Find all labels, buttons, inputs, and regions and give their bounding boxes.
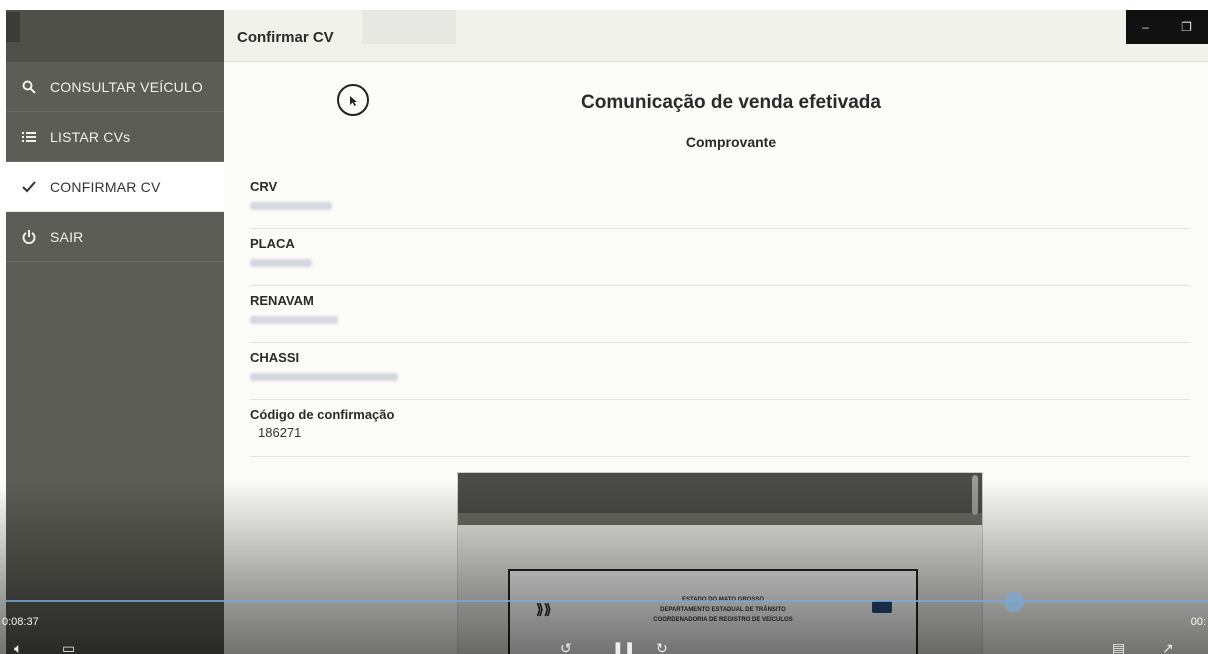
field-value: 186271 <box>258 425 302 440</box>
page-title: Confirmar CV <box>237 29 334 46</box>
sidebar-item-listar-cvs[interactable]: LISTAR CVs <box>6 112 224 162</box>
rewind-icon[interactable]: ↺ <box>560 640 572 654</box>
preview-scrollbar[interactable] <box>972 475 978 515</box>
field-label: Código de confirmação <box>250 407 395 422</box>
forward-icon[interactable]: ↻ <box>656 640 668 654</box>
detran-logo-icon: ⟫⟫ <box>536 601 552 617</box>
pause-icon[interactable]: ❚❚ <box>612 640 635 654</box>
preview-toolbar <box>458 473 982 513</box>
sidebar-item-consultar-veiculo[interactable]: CONSULTAR VEÍCULO <box>6 62 224 112</box>
field-label: RENAVAM <box>250 293 314 308</box>
sidebar: CONSULTAR VEÍCULO LISTAR CVs CONFIRMAR C… <box>6 10 224 654</box>
field-value-blurred <box>250 259 312 267</box>
sidebar-item-label: CONFIRMAR CV <box>50 178 161 195</box>
sidebar-header <box>6 10 224 62</box>
receipt-subheading: Comprovante <box>685 134 777 150</box>
volume-icon[interactable]: 🔈︎ <box>14 640 22 654</box>
field-label: CHASSI <box>250 350 300 365</box>
sidebar-item-label: LISTAR CVs <box>50 128 131 145</box>
confirmation-heading: Comunicação de venda efetivada <box>581 92 881 113</box>
seek-handle[interactable] <box>1004 592 1024 612</box>
check-icon <box>20 180 38 193</box>
field-label: CRV <box>250 179 278 194</box>
field-label: PLACA <box>250 236 295 251</box>
doc-line: COORDENADORIA DE REGISTRO DE VEÍCULOS <box>653 617 793 623</box>
sidebar-item-sair[interactable]: SAIR <box>6 212 224 262</box>
field-placa: PLACA <box>250 229 1190 286</box>
sidebar-item-label: CONSULTAR VEÍCULO <box>50 78 204 95</box>
top-bar: Confirmar CV – ❐ <box>224 10 1208 62</box>
field-renavam: RENAVAM <box>250 286 1190 343</box>
captions-icon[interactable]: ▭ <box>62 640 75 654</box>
minimize-icon[interactable]: – <box>1142 20 1149 34</box>
sidebar-item-label: SAIR <box>50 228 84 245</box>
total-time: 00: <box>1190 616 1206 628</box>
list-icon <box>20 131 38 143</box>
sidebar-tab <box>6 12 20 42</box>
window-controls: – ❐ <box>1126 10 1208 44</box>
header-placeholder-box <box>362 10 456 44</box>
field-codigo-confirmacao: Código de confirmação 186271 <box>250 400 1190 457</box>
embedded-document-preview: ⟫⟫ ESTADO DO MATO GROSSO DEPARTAMENTO ES… <box>457 472 983 654</box>
video-seek-bar[interactable] <box>6 600 1208 602</box>
receipt-fields: CRV PLACA RENAVAM CHASSI Código de confi… <box>250 172 1190 457</box>
miniplayer-icon[interactable]: ▤ <box>1112 640 1125 654</box>
fullscreen-icon[interactable]: ↗ <box>1162 640 1174 654</box>
main-content: Comunicação de venda efetivada Comprovan… <box>224 62 1208 654</box>
restore-icon[interactable]: ❐ <box>1181 20 1192 34</box>
field-chassi: CHASSI <box>250 343 1190 400</box>
state-seal-icon <box>872 601 892 613</box>
field-value-blurred <box>250 202 332 210</box>
elapsed-time: 0:08:37 <box>2 616 39 628</box>
field-crv: CRV <box>250 172 1190 229</box>
power-icon <box>20 229 38 244</box>
doc-line: DEPARTAMENTO ESTADUAL DE TRÂNSITO <box>660 607 786 613</box>
preview-subbar <box>458 513 982 525</box>
field-value-blurred <box>250 373 398 381</box>
field-value-blurred <box>250 316 338 324</box>
search-icon <box>20 80 38 94</box>
sidebar-item-confirmar-cv[interactable]: CONFIRMAR CV <box>6 162 224 212</box>
